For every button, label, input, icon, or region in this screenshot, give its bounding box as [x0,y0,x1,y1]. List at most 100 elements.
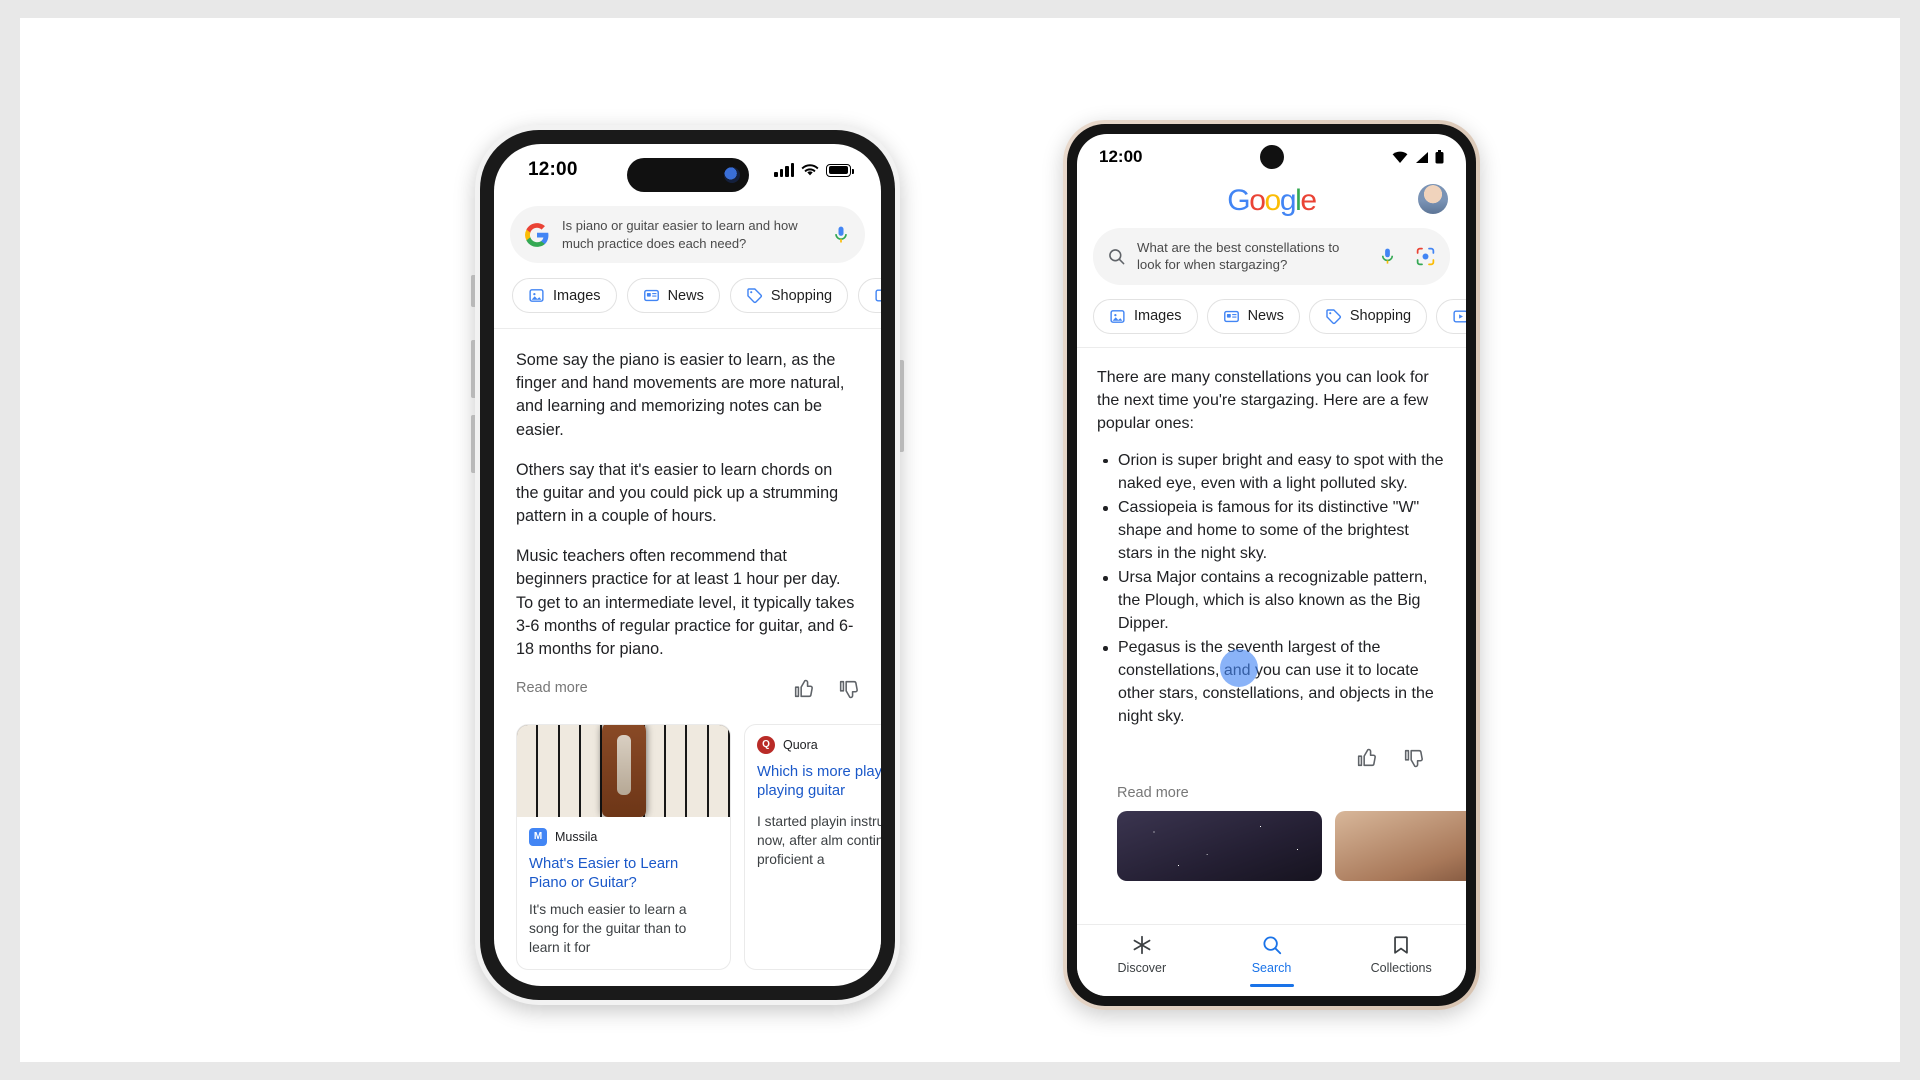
video-icon [1453,310,1466,323]
screenshot-canvas: 12:00 Is piano or guitar easier to learn… [0,0,1920,1080]
android-device: 12:00 Google What are the best constella… [1063,120,1480,1010]
video-icon [875,289,881,302]
card-source-name: Mussila [555,829,598,844]
card-title[interactable]: Which is more playing piano playing guit… [745,754,881,801]
slide-background: 12:00 Is piano or guitar easier to learn… [20,18,1900,1062]
iphone-volume-down-button[interactable] [471,415,475,473]
chip-shopping[interactable]: Shopping [1308,298,1428,334]
chip-label: Shopping [1349,308,1412,325]
battery-icon [1435,150,1444,164]
iphone-search-container: Is piano or guitar easier to learn and h… [494,196,881,264]
nav-item-discover[interactable]: Discover [1077,934,1207,987]
logo-letter: e [1300,184,1317,217]
quora-favicon-icon: Q [757,735,775,754]
nav-label: Discover [1117,961,1167,975]
mussila-favicon-icon: M [529,827,547,846]
iphone-volume-up-button[interactable] [471,340,475,398]
dynamic-island [626,158,749,192]
list-item: Cassiopeia is famous for its distinctive… [1101,496,1446,565]
android-screen: 12:00 Google What are the best constella… [1077,134,1466,996]
logo-letter: o [1249,184,1266,217]
wifi-icon [1392,151,1408,163]
iphone-bezel: 12:00 Is piano or guitar easier to learn… [480,130,895,1000]
status-time: 12:00 [528,159,578,180]
android-source-cards [1097,801,1466,882]
microphone-icon[interactable] [831,225,851,245]
answer-intro: There are many constellations you can lo… [1097,368,1429,432]
android-bottom-nav[interactable]: Discover Search Collections [1077,924,1466,996]
logo-letter: o [1264,184,1282,217]
card-source-row: Q Quora [745,725,881,754]
iphone-answer-body: Some say the piano is easier to learn, a… [494,329,881,699]
google-g-icon [525,222,549,247]
android-search-container: What are the best constellations to look… [1077,220,1466,285]
chip-label: Shopping [770,287,833,304]
list-item: Orion is super bright and easy to spot w… [1101,449,1446,495]
chip-videos[interactable]: Videos [1436,298,1466,334]
microphone-icon[interactable] [1378,247,1397,266]
android-header: Google [1077,180,1466,220]
android-answer-body: There are many constellations you can lo… [1077,348,1466,924]
cellular-signal-icon [774,163,794,177]
card-source-name: Quora [783,737,818,752]
source-card-portrait[interactable] [1335,811,1466,882]
chip-images[interactable]: Images [1093,298,1198,334]
search-bar[interactable]: What are the best constellations to look… [1093,228,1450,285]
card-source-row: M Mussila [517,817,730,846]
thumbs-down-icon[interactable] [837,678,859,700]
search-bar[interactable]: Is piano or guitar easier to learn and h… [510,206,865,264]
answer-paragraph: Others say that it's easier to learn cho… [516,460,839,526]
nav-item-search[interactable]: Search [1207,934,1337,987]
logo-letter: G [1227,184,1250,217]
card-snippet: It's much easier to learn a song for the… [529,902,687,955]
thumbs-up-icon[interactable] [792,678,814,700]
google-lens-icon[interactable] [1415,246,1436,267]
google-wordmark-logo: Google [1227,184,1317,218]
chip-shopping[interactable]: Shopping [729,278,849,314]
images-icon [1110,309,1125,323]
card-thumbnail-portrait [1335,811,1466,882]
nav-label: Collections [1370,961,1432,975]
chip-videos[interactable]: Videos [858,278,881,314]
card-title[interactable]: What's Easier to Learn Piano or Guitar? [517,846,730,893]
iphone-silent-switch[interactable] [471,275,475,307]
chip-images[interactable]: Images [512,278,617,314]
logo-letter: g [1279,184,1297,217]
feedback-actions [1097,729,1446,769]
card-snippet: I started playin instruments th now, aft… [757,814,881,867]
status-icons [1392,150,1444,164]
thumbs-up-icon[interactable] [1355,747,1377,769]
iphone-power-button[interactable] [900,360,904,452]
chip-label: Images [1134,308,1182,325]
nav-item-collections[interactable]: Collections [1336,934,1466,987]
iphone-status-bar: 12:00 [494,144,881,196]
thumbs-down-icon[interactable] [1402,747,1424,769]
nav-label: Search [1251,961,1292,975]
android-bezel: 12:00 Google What are the best constella… [1067,124,1476,1006]
read-more-link[interactable]: Read more [1097,769,1446,801]
android-status-bar: 12:00 [1077,134,1466,180]
chip-label: News [667,287,704,304]
answer-paragraph: Music teachers often recommend that begi… [516,547,855,658]
iphone-device: 12:00 Is piano or guitar easier to learn… [471,125,904,1005]
nav-active-underline [1249,984,1294,987]
guitar-headstock-graphic [601,724,646,817]
source-card-night-sky[interactable] [1117,811,1322,882]
news-icon [643,289,659,302]
source-card-mussila[interactable]: M Mussila What's Easier to Learn Piano o… [516,723,731,971]
chip-news[interactable]: News [626,278,720,314]
source-card-quora[interactable]: Q Quora Which is more playing piano play… [744,723,881,971]
front-camera-punch-hole [1259,145,1284,169]
answer-paragraph: Some say the piano is easier to learn, a… [516,351,845,439]
iphone-filter-chips[interactable]: Images News Shopping [494,263,881,330]
wifi-icon [801,164,819,176]
chip-label: News [1247,308,1284,325]
chip-news[interactable]: News [1206,298,1300,334]
avatar[interactable] [1418,184,1448,214]
card-thumbnail-piano-guitar [517,724,730,817]
status-time: 12:00 [1099,147,1143,166]
search-query-text: What are the best constellations to look… [1137,240,1340,273]
android-filter-chips[interactable]: Images News Shopping [1077,285,1466,348]
